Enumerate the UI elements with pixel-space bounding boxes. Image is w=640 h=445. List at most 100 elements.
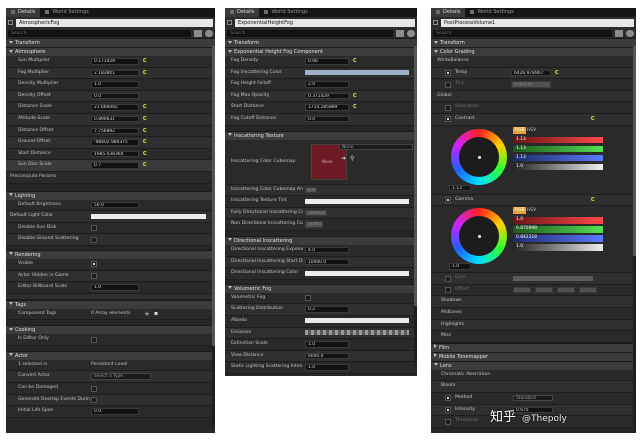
reset-icon[interactable] (143, 139, 147, 144)
reset-icon[interactable] (143, 69, 147, 74)
tab-details[interactable]: Details (6, 8, 41, 17)
view-options-icon[interactable] (194, 29, 202, 37)
value-field[interactable]: 4.0 (305, 246, 349, 254)
property-row[interactable]: Bloom (431, 381, 636, 393)
checkbox[interactable] (91, 397, 97, 404)
property-row[interactable]: Midtones (431, 307, 636, 320)
section-volumetric-fog[interactable]: Volumetric Fog (225, 283, 417, 293)
search-input[interactable]: Search (8, 29, 191, 37)
reset-icon[interactable] (143, 162, 147, 167)
color-swatch[interactable] (305, 198, 409, 204)
property-row[interactable]: Highlights (431, 319, 636, 332)
color-swatch[interactable] (513, 275, 593, 281)
checkbox[interactable] (445, 418, 451, 425)
contrast-color-wheel[interactable] (451, 128, 507, 185)
section-transform[interactable]: Transform (225, 38, 417, 47)
property-row[interactable]: Chromatic Aberration (431, 369, 636, 382)
channel-slider-g[interactable]: 0.870998 (513, 226, 603, 233)
value-field[interactable]: 1.0 (91, 81, 139, 88)
value-field[interactable]: 10000.0 (305, 258, 349, 266)
expand-more-row[interactable] (6, 293, 215, 300)
section-mobile-tonemapper[interactable]: Mobile Tonemapper (431, 351, 636, 361)
checkbox[interactable] (445, 104, 451, 111)
checkbox[interactable] (445, 116, 451, 123)
search-icon[interactable]: ⚲ (350, 154, 354, 164)
actor-name-field[interactable]: PostProcessVolume1 (441, 18, 634, 27)
value-field[interactable]: 0.0 (305, 186, 317, 194)
scrollbar-thumb[interactable] (633, 46, 636, 256)
section-cooking[interactable]: Cooking (6, 325, 215, 335)
value-field[interactable]: 0.371429 (305, 92, 349, 100)
bloom-method-dropdown[interactable]: Standard (513, 394, 553, 402)
section-transform[interactable]: Transform (431, 38, 636, 47)
section-film[interactable]: Film (431, 342, 636, 352)
checkbox[interactable] (91, 385, 97, 392)
tab-world-settings[interactable]: World Settings (40, 8, 93, 17)
value-field[interactable]: 1.0 (449, 263, 471, 270)
color-swatch[interactable] (91, 213, 206, 219)
hsv-mode-button[interactable]: HSV (525, 207, 538, 214)
reset-icon[interactable] (353, 58, 357, 62)
cubemap-dropdown[interactable]: None (339, 143, 413, 151)
value-field[interactable]: 1.13 (449, 184, 471, 192)
channel-slider-b[interactable]: 0.842218 (513, 235, 603, 242)
value-field[interactable]: 1000.0 (305, 221, 323, 228)
eye-icon[interactable] (205, 29, 213, 37)
channel-slider-a[interactable]: 1.0 (513, 163, 603, 171)
section-rendering[interactable]: Rendering (6, 249, 215, 259)
eye-icon[interactable] (407, 29, 415, 37)
section-atmosphere[interactable]: Atmosphere (6, 47, 215, 56)
value-field[interactable]: 6000.0 (305, 352, 349, 360)
value-field[interactable]: 0.7 (91, 162, 139, 169)
scrollbar-thumb[interactable] (414, 46, 417, 306)
actor-name-field[interactable]: ExponentialHeightFog (235, 18, 415, 27)
tab-world-settings[interactable]: World Settings (259, 8, 312, 17)
reset-icon[interactable] (143, 58, 147, 62)
value-field[interactable]: 1.0 (91, 284, 139, 291)
value-field[interactable]: 1714.285889 (305, 104, 349, 111)
checkbox[interactable] (445, 287, 451, 294)
convert-actor-dropdown[interactable]: Select a Type (91, 373, 151, 380)
channel-slider-g[interactable]: 1.13 (513, 145, 603, 153)
section-transform[interactable]: Transform (6, 38, 215, 47)
scrollbar[interactable] (212, 46, 215, 426)
checkbox[interactable] (445, 81, 451, 88)
tab-world-settings[interactable]: World Settings (465, 8, 518, 17)
property-row[interactable]: Misc (431, 331, 636, 343)
value-field[interactable]: 1.0 (305, 364, 349, 371)
value-field[interactable]: 0.0 (305, 115, 349, 123)
view-options-icon[interactable] (615, 29, 623, 37)
color-swatch[interactable] (305, 330, 409, 335)
checkbox[interactable] (445, 275, 451, 282)
section-lens[interactable]: Lens (431, 360, 636, 370)
checkbox[interactable] (305, 295, 311, 302)
browse-arrow-icon[interactable]: ➜ (341, 154, 346, 164)
checkbox[interactable] (91, 273, 97, 279)
value-field[interactable]: 0.2 (305, 306, 349, 313)
add-element-icon[interactable]: + (144, 309, 150, 319)
reset-icon[interactable] (143, 150, 147, 155)
checkbox[interactable] (445, 197, 451, 204)
eye-icon[interactable] (626, 29, 634, 37)
value-field[interactable]: 1.0 (305, 341, 349, 348)
hsv-mode-button[interactable]: HSV (525, 127, 538, 134)
scrollbar-thumb[interactable] (212, 46, 215, 346)
search-input[interactable]: Search (433, 29, 612, 37)
color-swatch[interactable] (305, 270, 409, 276)
reset-icon[interactable] (143, 127, 147, 132)
color-swatch[interactable] (305, 318, 409, 324)
section-directional-inscattering[interactable]: Directional Inscattering (225, 235, 417, 245)
channel-slider-b[interactable]: 1.13 (513, 154, 603, 162)
tab-details[interactable]: Details (431, 8, 466, 17)
value-field[interactable] (535, 286, 553, 294)
color-swatch[interactable] (305, 70, 409, 76)
channel-slider-r[interactable]: 1.13 (513, 136, 603, 144)
checkbox[interactable] (91, 261, 97, 268)
scrollbar[interactable] (414, 46, 417, 366)
channel-slider-a[interactable]: 1.0 (513, 244, 603, 251)
section-tags[interactable]: Tags (6, 299, 215, 309)
reset-icon[interactable] (353, 104, 357, 109)
actor-name-field[interactable]: AtmosphericFog (16, 18, 213, 27)
value-field[interactable] (557, 286, 575, 294)
gamma-color-wheel[interactable] (451, 208, 507, 265)
